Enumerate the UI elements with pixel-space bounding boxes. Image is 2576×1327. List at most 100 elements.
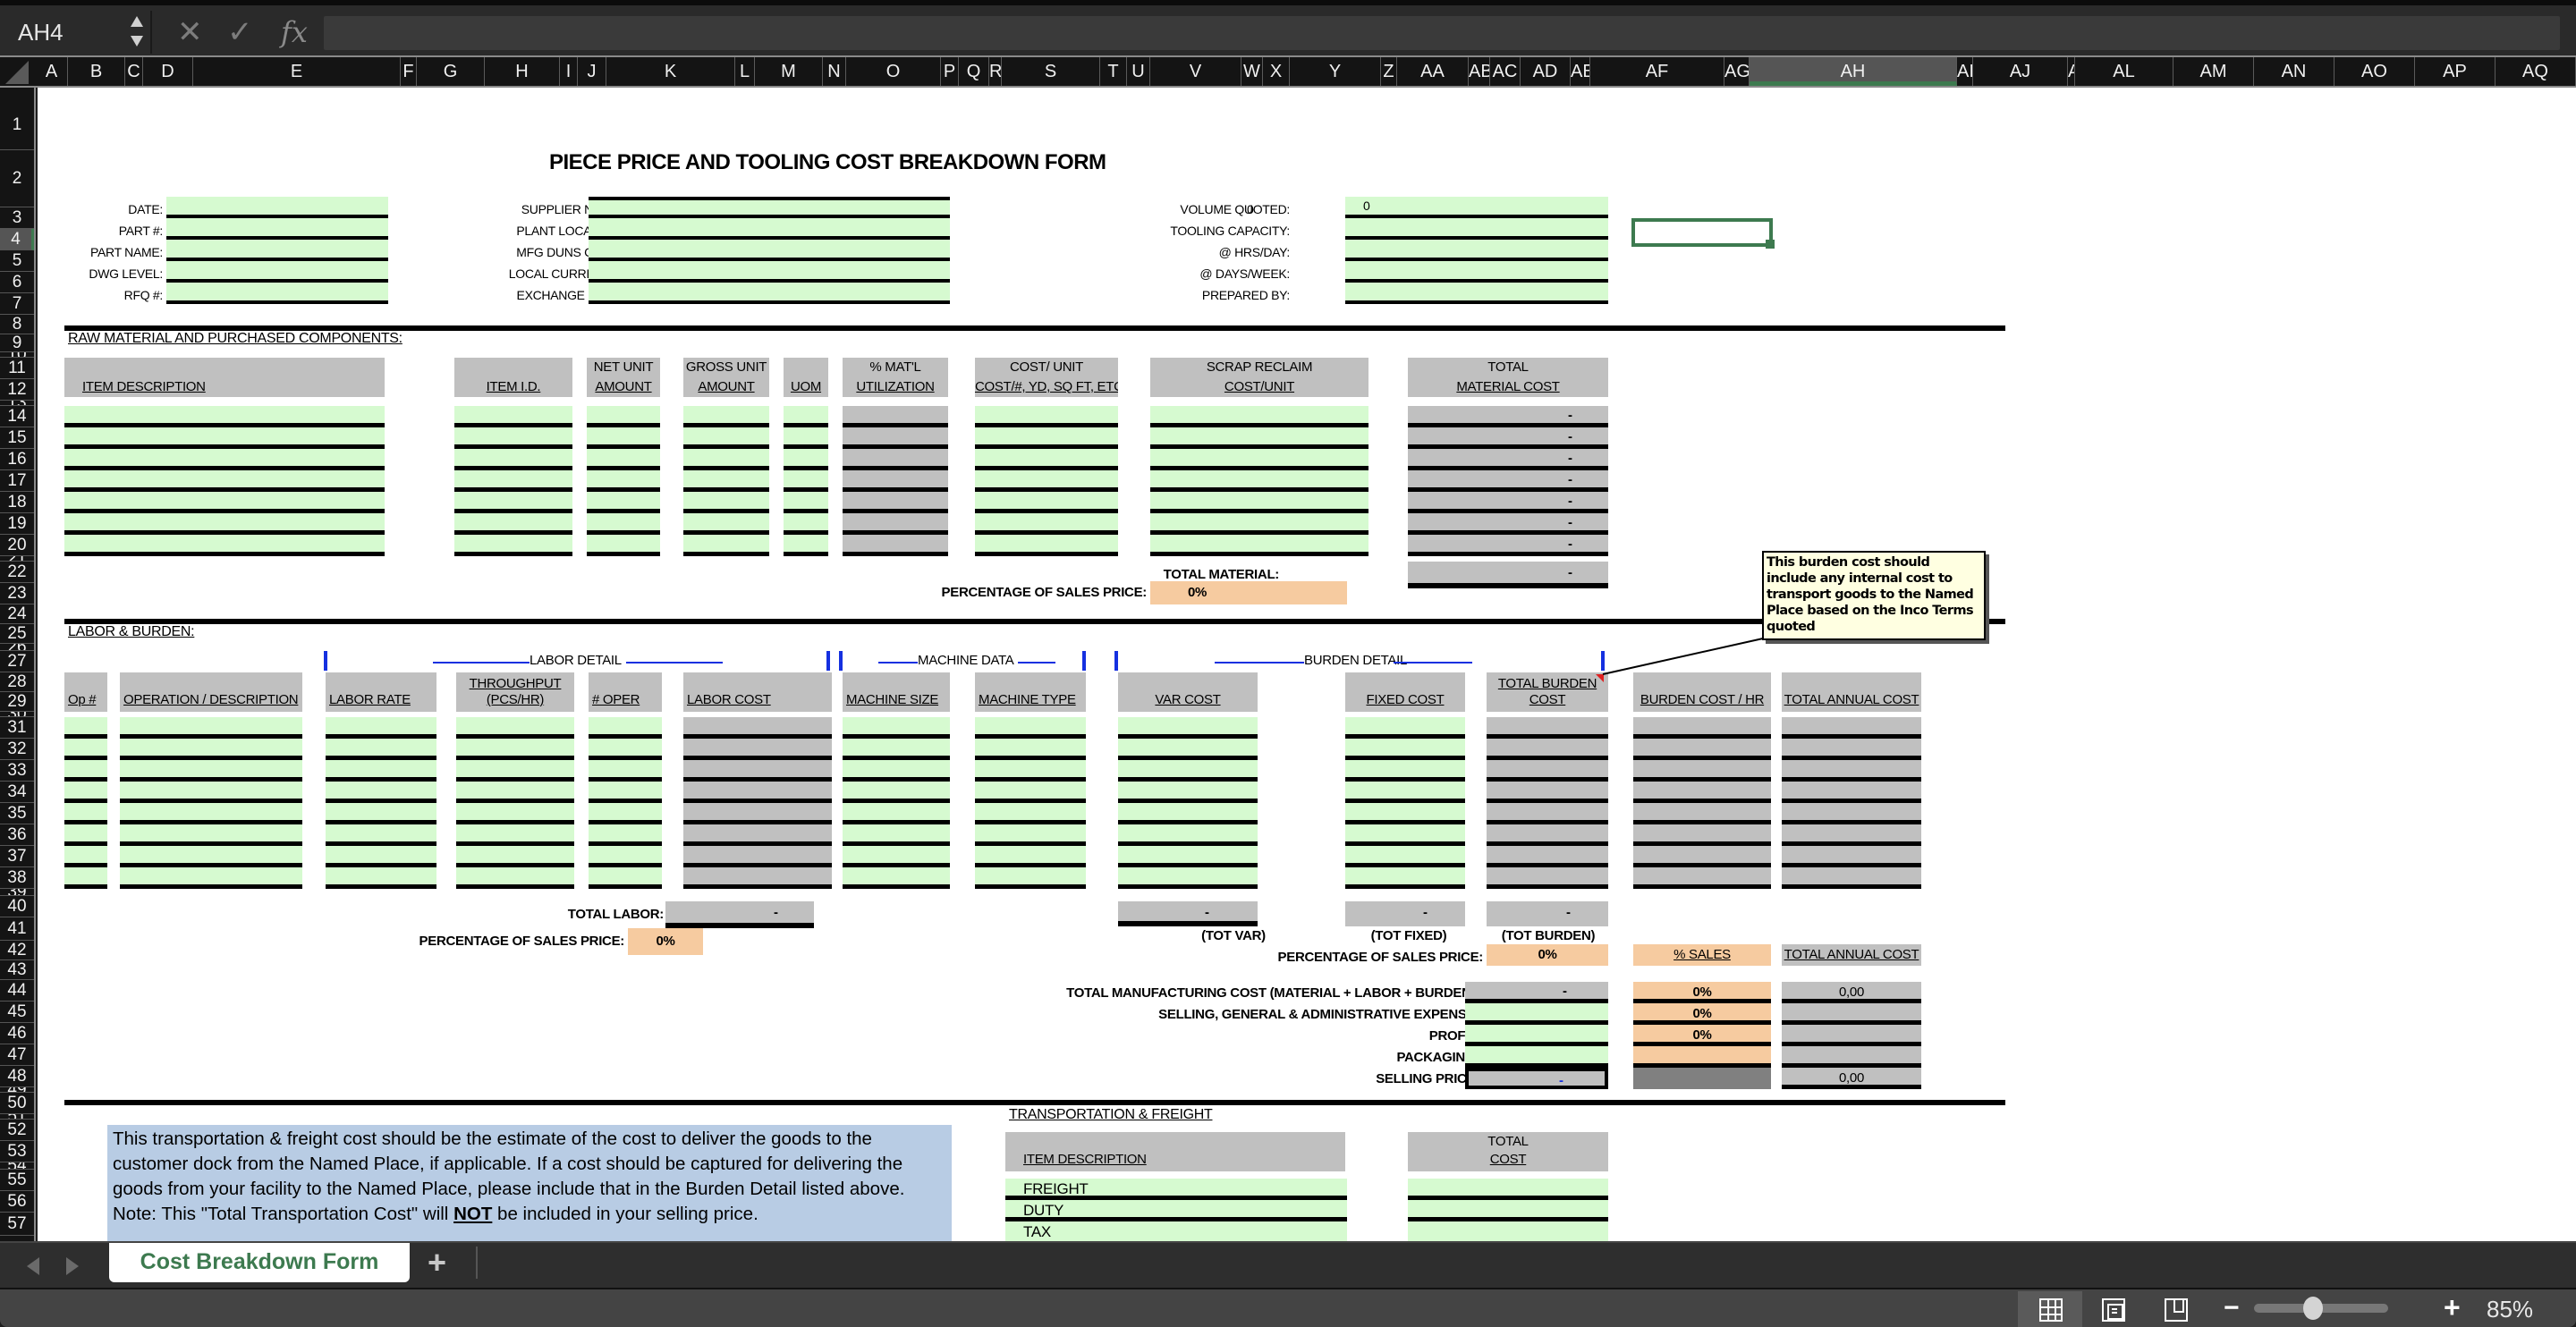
summary-pct-cell[interactable]: 0% xyxy=(1633,982,1771,1003)
column-header-j[interactable]: J xyxy=(578,57,606,86)
cell-num-oper[interactable] xyxy=(589,846,662,867)
tot-burden-cell[interactable]: - xyxy=(1487,901,1608,926)
function-icon[interactable]: fx xyxy=(281,13,308,52)
row-header-2[interactable]: 2 xyxy=(0,150,34,207)
column-header-l[interactable]: L xyxy=(735,57,755,86)
tot-fixed-cell[interactable]: - xyxy=(1345,901,1465,926)
cell-net-unit[interactable] xyxy=(587,492,660,513)
row-header-43[interactable]: 43 xyxy=(0,960,34,980)
cell-op[interactable] xyxy=(64,717,107,739)
cell-total-annual[interactable] xyxy=(1782,846,1921,867)
cell-var-cost[interactable] xyxy=(1118,867,1258,889)
column-header-f[interactable]: F xyxy=(401,57,417,86)
row-header-54[interactable]: 54 xyxy=(0,1162,34,1170)
cell-labor-rate[interactable] xyxy=(326,803,436,824)
row-header-16[interactable]: 16 xyxy=(0,449,34,470)
row-header-34[interactable]: 34 xyxy=(0,782,34,803)
cell-item-description[interactable] xyxy=(64,535,385,556)
row-header-45[interactable]: 45 xyxy=(0,1002,34,1023)
cell-operation[interactable] xyxy=(120,760,302,782)
cell-item-description[interactable] xyxy=(64,427,385,449)
cell-op[interactable] xyxy=(64,846,107,867)
header-input-field[interactable] xyxy=(589,261,950,283)
cell-item-description[interactable] xyxy=(64,513,385,535)
cell-num-oper[interactable] xyxy=(589,803,662,824)
column-header-aj[interactable]: AJ xyxy=(1973,57,2068,86)
cell-throughput[interactable] xyxy=(456,717,574,739)
cell-total-burden[interactable] xyxy=(1487,760,1608,782)
cell-num-oper[interactable] xyxy=(589,739,662,760)
column-header-aq[interactable]: AQ xyxy=(2496,57,2576,86)
select-all-corner[interactable] xyxy=(5,61,29,84)
column-header-u[interactable]: U xyxy=(1127,57,1150,86)
row-header-44[interactable]: 44 xyxy=(0,980,34,1002)
labor-pct-cell[interactable]: 0% xyxy=(628,928,703,955)
cell-num-oper[interactable] xyxy=(589,782,662,803)
column-header-aa[interactable]: AA xyxy=(1397,57,1469,86)
cell-scrap[interactable] xyxy=(1150,492,1368,513)
column-header-y[interactable]: Y xyxy=(1290,57,1381,86)
column-header-am[interactable]: AM xyxy=(2174,57,2254,86)
cell-total-burden[interactable] xyxy=(1487,803,1608,824)
row-header-56[interactable]: 56 xyxy=(0,1191,34,1213)
column-header-d[interactable]: D xyxy=(143,57,193,86)
cell-labor-cost[interactable] xyxy=(683,846,832,867)
header-input-field[interactable] xyxy=(1345,240,1608,261)
column-header-k[interactable]: K xyxy=(606,57,735,86)
cell-labor-cost[interactable] xyxy=(683,824,832,846)
cell-var-cost[interactable] xyxy=(1118,760,1258,782)
row-header-15[interactable]: 15 xyxy=(0,427,34,449)
row-header-20[interactable]: 20 xyxy=(0,535,34,556)
row-header-5[interactable]: 5 xyxy=(0,250,34,272)
transport-cost-cell[interactable] xyxy=(1408,1200,1608,1221)
cell-gross-unit[interactable] xyxy=(683,492,769,513)
name-box-down-arrow-icon[interactable] xyxy=(131,36,143,46)
cell-total-burden[interactable] xyxy=(1487,846,1608,867)
row-header-57[interactable]: 57 xyxy=(0,1213,34,1236)
cell-op[interactable] xyxy=(64,760,107,782)
zoom-in-button[interactable]: + xyxy=(2444,1289,2461,1325)
header-input-field[interactable] xyxy=(166,240,388,261)
cell-labor-rate[interactable] xyxy=(326,824,436,846)
row-header-17[interactable]: 17 xyxy=(0,470,34,492)
row-header-19[interactable]: 19 xyxy=(0,513,34,535)
cell-machine-size[interactable] xyxy=(843,739,950,760)
column-header-al[interactable]: AL xyxy=(2075,57,2174,86)
column-header-s[interactable]: S xyxy=(1002,57,1100,86)
cell-item-description[interactable] xyxy=(64,449,385,470)
cell-op[interactable] xyxy=(64,803,107,824)
cell-total[interactable]: - xyxy=(1408,535,1608,556)
page-break-view-button[interactable] xyxy=(2143,1291,2207,1327)
burden-pct-cell[interactable]: 0% xyxy=(1487,944,1608,966)
row-header-52[interactable]: 52 xyxy=(0,1120,34,1141)
cell-machine-size[interactable] xyxy=(843,846,950,867)
transport-item-cell[interactable]: TAX xyxy=(1005,1221,1347,1241)
column-header-h[interactable]: H xyxy=(485,57,560,86)
cell-var-cost[interactable] xyxy=(1118,846,1258,867)
cell-op[interactable] xyxy=(64,739,107,760)
cell-op[interactable] xyxy=(64,867,107,889)
row-header-33[interactable]: 33 xyxy=(0,760,34,782)
column-header-ac[interactable]: AC xyxy=(1490,57,1521,86)
cell-uom[interactable] xyxy=(784,406,828,427)
cell-machine-size[interactable] xyxy=(843,803,950,824)
summary-value-cell[interactable]: - xyxy=(1465,982,1608,1003)
cell-burden-hr[interactable] xyxy=(1633,824,1771,846)
cell-item-description[interactable] xyxy=(64,492,385,513)
cell-cost-unit[interactable] xyxy=(975,406,1118,427)
column-header-g[interactable]: G xyxy=(417,57,485,86)
cell-num-oper[interactable] xyxy=(589,867,662,889)
cell-burden-hr[interactable] xyxy=(1633,739,1771,760)
column-header-ae[interactable]: AE xyxy=(1571,57,1590,86)
cell-total-annual[interactable] xyxy=(1782,739,1921,760)
column-header-r[interactable]: R xyxy=(989,57,1002,86)
zoom-slider-thumb[interactable] xyxy=(2303,1297,2323,1320)
cell-operation[interactable] xyxy=(120,782,302,803)
cell-matl-util[interactable] xyxy=(843,513,948,535)
cell-labor-rate[interactable] xyxy=(326,739,436,760)
cell-machine-type[interactable] xyxy=(975,717,1086,739)
header-input-field[interactable] xyxy=(1345,261,1608,283)
row-header-53[interactable]: 53 xyxy=(0,1141,34,1162)
cell-net-unit[interactable] xyxy=(587,470,660,492)
cell-fixed-cost[interactable] xyxy=(1345,803,1465,824)
